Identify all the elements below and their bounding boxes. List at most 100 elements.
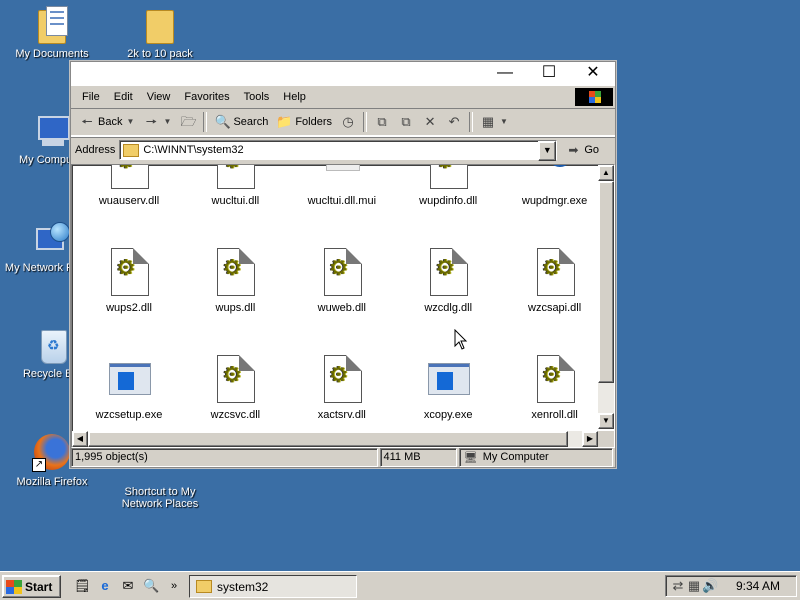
back-button[interactable]: 🠔 Back ▼ [75, 111, 139, 133]
file-list: ⚙ wuauserv.dll ⚙ wucltui.dll wucltui.dll.mui… [72, 165, 598, 429]
forward-button[interactable]: 🠖 ▼ [139, 111, 176, 133]
address-dropdown-button[interactable]: ▼ [538, 141, 557, 161]
taskbar-button-system32[interactable]: system32 [189, 575, 357, 598]
dropdown-arrow-icon[interactable]: ▼ [125, 114, 135, 130]
go-button[interactable]: ➡ Go [561, 140, 603, 160]
desktop-icon-label: Shortcut to My Network Places [121, 486, 199, 510]
file-item[interactable]: ⚙ xenroll.dll [502, 355, 598, 421]
move-to-icon: ⧉ [377, 114, 387, 129]
menu-favorites[interactable]: Favorites [177, 87, 236, 107]
minimize-button[interactable]: — [483, 62, 527, 86]
file-item[interactable]: ⚙ wups.dll [182, 248, 288, 314]
scroll-down-button[interactable]: ▼ [598, 413, 614, 429]
title-bar[interactable]: — ☐ ✕ [71, 62, 615, 86]
file-name: wucltui.dll [211, 195, 260, 207]
up-folder-button[interactable]: 🗁 [176, 111, 200, 133]
status-object-count: 1,995 object(s) [71, 448, 378, 467]
scroll-thumb[interactable] [598, 181, 614, 383]
file-item[interactable]: xcopy.exe [395, 355, 501, 421]
file-name: wzcsapi.dll [528, 302, 582, 314]
desktop-icon-2k-to-10-pack[interactable]: 2k to 10 pack [110, 6, 210, 60]
toolbar-separator [363, 112, 368, 132]
computer-icon [34, 114, 70, 150]
dll-file-icon: ⚙ [322, 248, 362, 296]
desktop-icon-my-documents[interactable]: My Documents [2, 6, 102, 60]
desktop-icon-label: Mozilla Firefox [16, 476, 88, 488]
folders-label: Folders [295, 116, 333, 128]
show-desktop-icon[interactable]: 🗒 [74, 578, 91, 594]
undo-button[interactable]: ↶ [442, 111, 466, 133]
file-item[interactable]: ⚙ wzcsvc.dll [182, 355, 288, 421]
menu-tools[interactable]: Tools [237, 87, 277, 107]
task-label: system32 [217, 579, 269, 594]
go-arrow-icon: ➡ [568, 143, 579, 157]
address-field[interactable]: C:\WINNT\system32 ▼ [119, 140, 558, 161]
input-tray-icon[interactable]: ▦ [686, 578, 702, 594]
taskbar: Start 🗒 e ✉ 🔍 » system32 ⇄ ▦ 🔊 9:34 AM [0, 571, 800, 600]
horizontal-scrollbar[interactable]: ◀ ▶ [72, 431, 598, 447]
volume-tray-icon[interactable]: 🔊 [702, 578, 718, 594]
search-button[interactable]: 🔍 Search [210, 111, 272, 133]
start-button[interactable]: Start [2, 575, 61, 598]
dropdown-arrow-icon[interactable]: ▼ [499, 114, 509, 130]
file-item[interactable]: ⚙ wzcsapi.dll [502, 248, 598, 314]
outlook-express-icon[interactable]: ✉ [120, 578, 136, 594]
scroll-right-button[interactable]: ▶ [582, 431, 598, 447]
exe-file-icon [109, 355, 151, 403]
file-item[interactable]: ⚙ wzcdlg.dll [395, 248, 501, 314]
delete-button[interactable]: ✕ [418, 111, 442, 133]
dll-file-icon: ⚙ [109, 248, 149, 296]
scroll-left-button[interactable]: ◀ [72, 431, 88, 447]
desktop-icon-label: 2k to 10 pack [127, 48, 193, 60]
mouse-cursor-icon [454, 329, 468, 350]
network-tray-icon[interactable]: ⇄ [670, 578, 686, 594]
scroll-up-button[interactable]: ▲ [598, 165, 614, 181]
folders-button[interactable]: 📁 Folders [272, 111, 336, 133]
dll-file-icon: ⚙ [428, 248, 469, 296]
clock[interactable]: 9:34 AM [736, 579, 780, 593]
file-item[interactable]: ⚙ wupdinfo.dll [395, 165, 501, 207]
menu-file[interactable]: File [75, 87, 107, 107]
file-item[interactable]: ⚙ wuweb.dll [289, 248, 395, 314]
file-item[interactable]: ⚙ xactsrv.dll [289, 355, 395, 421]
close-button[interactable]: ✕ [571, 62, 615, 86]
maximize-button[interactable]: ☐ [527, 62, 571, 86]
total-size: 411 MB [383, 451, 421, 463]
internet-explorer-icon[interactable]: e [97, 578, 113, 594]
copy-to-icon: ⧉ [401, 114, 411, 129]
file-item[interactable]: ⚙ wups2.dll [76, 248, 182, 314]
views-button[interactable]: ▦ ▼ [476, 111, 513, 133]
file-name: wucltui.dll.mui [307, 195, 377, 207]
system-tray: ⇄ ▦ 🔊 9:34 AM [665, 575, 797, 597]
menu-view[interactable]: View [140, 87, 178, 107]
file-name: wupdinfo.dll [419, 195, 478, 207]
exe-file-icon [428, 355, 471, 403]
history-button[interactable]: ◷ [336, 111, 360, 133]
dll-file-icon: ⚙ [215, 355, 256, 403]
copy-to-button[interactable]: ⧉ [394, 111, 418, 133]
scroll-thumb[interactable] [88, 431, 568, 447]
toolbar: 🠔 Back ▼ 🠖 ▼ 🗁 🔍 Search 📁 Folders ◷ ⧉ ⧉ … [71, 108, 615, 136]
file-item[interactable]: ⚙ wuauserv.dll [76, 165, 182, 207]
file-name: wups.dll [215, 302, 256, 314]
file-item[interactable]: ⚙ wucltui.dll [182, 165, 288, 207]
quicklaunch-chevron-icon[interactable]: » [166, 578, 182, 594]
dll-file-icon: ⚙ [215, 165, 256, 189]
up-folder-icon: 🗁 [180, 114, 197, 129]
dropdown-arrow-icon[interactable]: ▼ [162, 114, 172, 130]
menu-edit[interactable]: Edit [107, 87, 140, 107]
address-value[interactable]: C:\WINNT\system32 [143, 144, 243, 156]
vertical-scrollbar[interactable]: ▲ ▼ [598, 165, 614, 429]
file-item[interactable]: wucltui.dll.mui [289, 165, 395, 207]
menu-help[interactable]: Help [276, 87, 313, 107]
file-item[interactable]: wupdmgr.exe [502, 165, 598, 207]
explorer-icon[interactable]: 🔍 [143, 578, 159, 594]
search-label: Search [233, 116, 269, 128]
windows-logo-icon [6, 579, 22, 594]
object-count: 1,995 object(s) [75, 451, 148, 463]
file-name: wups2.dll [106, 302, 152, 314]
move-to-button[interactable]: ⧉ [370, 111, 394, 133]
file-item[interactable]: wzcsetup.exe [76, 355, 182, 421]
dll-file-icon: ⚙ [215, 248, 256, 296]
search-icon: 🔍 [214, 114, 231, 129]
